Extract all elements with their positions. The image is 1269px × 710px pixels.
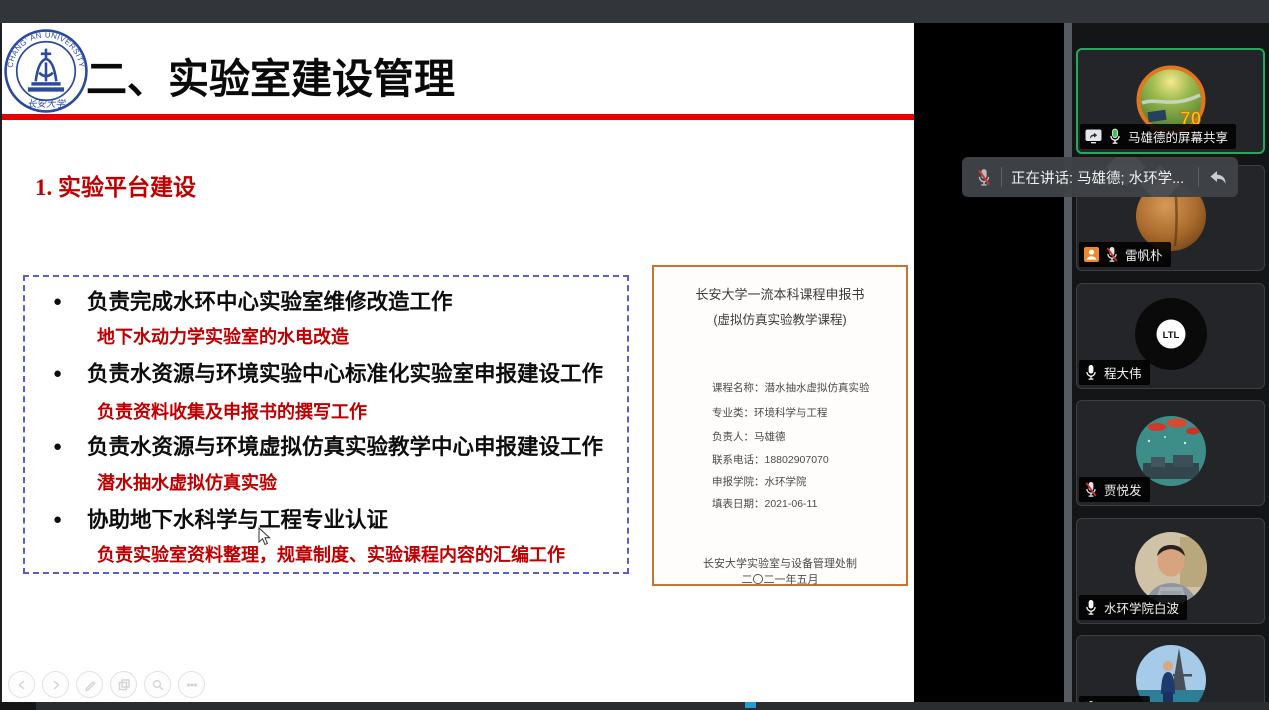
participant-label: 程大伟	[1079, 360, 1150, 385]
mic-muted-icon	[1084, 481, 1098, 498]
doc-footer-publisher: 长安大学实验室与设备管理处制	[654, 555, 906, 571]
doc-field-leader: 负责人：马雄德	[712, 429, 786, 444]
participant-orange-icon	[1084, 247, 1099, 262]
toast-divider	[1001, 167, 1002, 187]
speaking-toast[interactable]: 正在讲话: 马雄德; 水环学...	[962, 157, 1238, 197]
toast-divider	[1198, 167, 1199, 187]
taskbar-strip[interactable]	[0, 702, 1269, 710]
participant-tile[interactable]: 贾悦发	[1076, 400, 1265, 506]
webcam-portrait-avatar	[1134, 531, 1208, 605]
slides-overview-button[interactable]	[110, 671, 137, 698]
participant-name: 雷帆朴	[1125, 245, 1163, 264]
participant-sidebar: 70 马雄德的屏幕共享	[1072, 23, 1269, 710]
presentation-nav-controls	[8, 671, 205, 698]
taskbar-accent	[745, 702, 756, 708]
mic-muted-icon	[976, 168, 992, 187]
bullet-box: ●负责完成水环中心实验室维修改造工作 地下水动力学实验室的水电改造 ●负责水资源…	[23, 275, 629, 574]
window-top-bar	[0, 0, 1269, 23]
mic-on-icon	[1084, 599, 1098, 616]
section-heading: 1. 实验平台建设	[35, 168, 196, 202]
bullet-3-sub: 潜水抽水虚拟仿真实验	[97, 469, 277, 495]
participant-tile[interactable]: 水环学院白波	[1076, 518, 1265, 624]
triangle-left-icon	[15, 678, 29, 692]
more-tools-button[interactable]	[178, 671, 205, 698]
doc-field-major: 专业类：环境科学与工程	[712, 405, 828, 420]
bullet-2-main: ●负责水资源与环境实验中心标准化实验室申报建设工作	[53, 357, 603, 388]
video-stage-background	[914, 23, 1066, 710]
mouse-cursor	[258, 527, 272, 547]
participant-label: 马雄德的屏幕共享	[1080, 124, 1236, 149]
application-document-preview: 长安大学一流本科课程申报书 (虚拟仿真实验教学课程) 课程名称：潜水抽水虚拟仿真…	[652, 265, 908, 586]
doc-field-phone: 联系电话：18802907070	[712, 452, 829, 467]
bullet-dot: ●	[53, 294, 87, 311]
shared-slide: CHANG' AN UNIVERSITY 长安大学 二、实验室建设管理 1. 实…	[0, 23, 914, 703]
bullet-3-main: ●负责水资源与环境虚拟仿真实验教学中心申报建设工作	[53, 430, 603, 461]
zoom-tool-button[interactable]	[144, 671, 171, 698]
doc-field-course: 课程名称：潜水抽水虚拟仿真实验	[712, 380, 870, 395]
bullet-1-main: ●负责完成水环中心实验室维修改造工作	[53, 285, 453, 316]
bullet-4-main: ●协助地下水科学与工程专业认证	[53, 503, 388, 534]
bullet-dot: ●	[53, 512, 87, 529]
participant-label: 水环学院白波	[1079, 595, 1187, 620]
slide-title: 二、实验室建设管理	[86, 45, 455, 105]
reply-arrow-icon	[1208, 169, 1228, 186]
bullet-1-sub: 地下水动力学实验室的水电改造	[97, 323, 349, 349]
participant-name: 程大伟	[1104, 363, 1142, 382]
doc-footer-date: 二〇二一年五月	[654, 571, 906, 587]
pen-icon	[83, 678, 97, 692]
participant-name: 贾悦发	[1104, 480, 1142, 499]
doc-title: 长安大学一流本科课程申报书	[654, 284, 906, 303]
participant-tile-screen-share[interactable]: 70 马雄德的屏幕共享	[1076, 48, 1265, 154]
meeting-window: CHANG' AN UNIVERSITY 长安大学 二、实验室建设管理 1. 实…	[0, 0, 1269, 710]
bullet-2-sub: 负责资料收集及申报书的撰写工作	[97, 398, 367, 424]
participant-label: 贾悦发	[1079, 477, 1150, 502]
pages-icon	[117, 678, 131, 692]
mic-active-icon	[1108, 128, 1122, 145]
changan-university-logo: CHANG' AN UNIVERSITY 长安大学	[3, 28, 89, 114]
ellipsis-icon	[185, 678, 199, 692]
screen-share-icon	[1085, 129, 1102, 144]
mic-muted-icon	[1105, 246, 1119, 263]
bullet-dot: ●	[53, 439, 87, 456]
title-underline	[0, 114, 914, 120]
doc-subtitle: (虚拟仿真实验教学课程)	[654, 309, 906, 328]
logo-cn-text: 长安大学	[27, 98, 66, 110]
window-left-edge	[0, 23, 2, 703]
taskbar-dark-segment	[0, 702, 36, 710]
participant-tile[interactable]: 任柏铭	[1076, 635, 1265, 710]
bullet-dot: ●	[53, 366, 87, 383]
magnifier-icon	[151, 678, 165, 692]
participant-name: 马雄德的屏幕共享	[1128, 127, 1228, 146]
mic-on-icon	[1084, 364, 1098, 381]
participant-list-scrollbar[interactable]	[1064, 23, 1072, 710]
doc-field-date: 填表日期：2021-06-11	[712, 496, 817, 511]
reply-arrow-button[interactable]	[1208, 169, 1228, 186]
bullet-4-sub: 负责实验室资料整理，规章制度、实验课程内容的汇编工作	[97, 541, 565, 567]
participant-name: 水环学院白波	[1104, 598, 1179, 617]
participant-tile[interactable]: LTL 程大伟	[1076, 283, 1265, 389]
prev-slide-button[interactable]	[8, 671, 35, 698]
next-slide-button[interactable]	[42, 671, 69, 698]
participant-label: 雷帆朴	[1079, 242, 1171, 267]
avatar-initials: LTL	[1162, 330, 1179, 341]
pen-tool-button[interactable]	[76, 671, 103, 698]
doc-field-college: 申报学院：水环学院	[712, 474, 807, 489]
triangle-right-icon	[49, 678, 63, 692]
